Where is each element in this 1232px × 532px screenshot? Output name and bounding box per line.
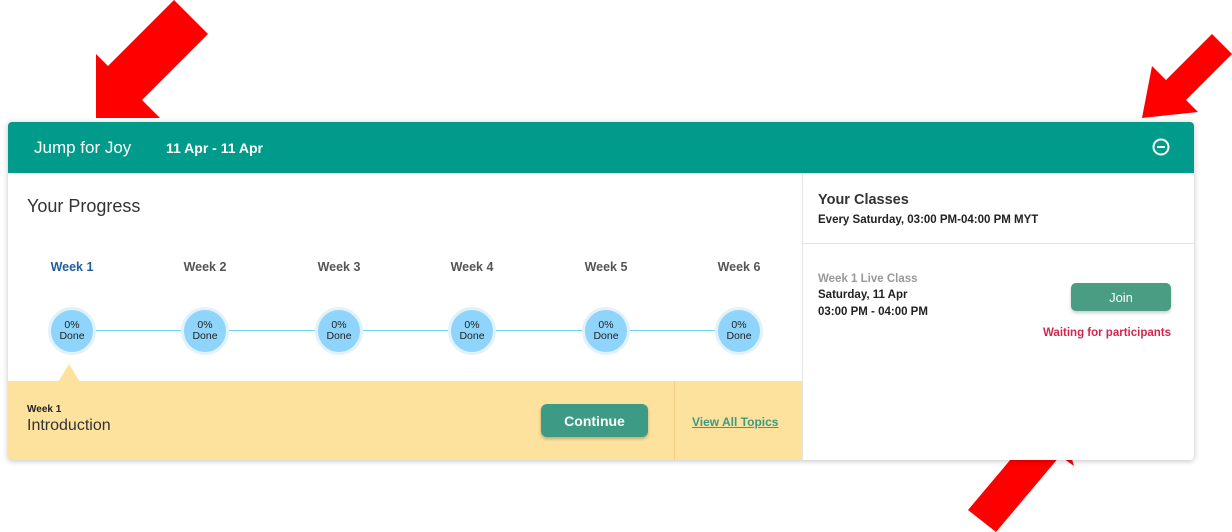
live-class-date: Saturday, 11 Apr: [818, 289, 908, 301]
week-progress-circle-5[interactable]: 0% Done: [582, 307, 630, 355]
course-date-range: 11 Apr - 11 Apr: [166, 140, 264, 156]
classes-pane: Your Classes Every Saturday, 03:00 PM-04…: [802, 173, 1194, 460]
week-progress-circle-1[interactable]: 0% Done: [48, 307, 96, 355]
classes-schedule: Every Saturday, 03:00 PM-04:00 PM MYT: [818, 214, 1039, 226]
progress-timeline-line: [72, 330, 740, 331]
live-class-title: Week 1 Live Class: [818, 273, 918, 285]
course-title: Jump for Joy: [34, 138, 132, 157]
week-label-4[interactable]: Week 4: [432, 260, 512, 274]
view-all-topics-link[interactable]: View All Topics: [692, 415, 778, 429]
week-status: Done: [326, 330, 352, 342]
course-header: Jump for Joy 11 Apr - 11 Apr: [8, 122, 1194, 173]
week-status: Done: [593, 330, 619, 342]
classes-divider: [803, 243, 1194, 244]
live-class-time: 03:00 PM - 04:00 PM: [818, 306, 928, 318]
week-progress-circle-2[interactable]: 0% Done: [181, 307, 229, 355]
topic-name: Introduction: [27, 417, 111, 434]
week-status: Done: [726, 330, 752, 342]
active-week-pointer: [58, 364, 80, 382]
continue-button[interactable]: Continue: [541, 404, 648, 437]
week-progress-circle-4[interactable]: 0% Done: [448, 307, 496, 355]
topic-week-label: Week 1: [27, 404, 62, 415]
week-status: Done: [59, 330, 85, 342]
topic-divider: [674, 381, 675, 460]
week-label-6[interactable]: Week 6: [699, 260, 779, 274]
course-card: Jump for Joy 11 Apr - 11 Apr Your Progre…: [8, 122, 1194, 460]
week-label-2[interactable]: Week 2: [165, 260, 245, 274]
week-label-3[interactable]: Week 3: [299, 260, 379, 274]
classes-title: Your Classes: [818, 192, 909, 208]
week-progress-circle-6[interactable]: 0% Done: [715, 307, 763, 355]
week-status: Done: [459, 330, 485, 342]
annotation-arrow-top-left: [96, 0, 208, 118]
week-label-1[interactable]: Week 1: [32, 260, 112, 274]
live-class-status: Waiting for participants: [1043, 327, 1171, 339]
progress-pane: Your Progress Week 1 Week 2 Week 3 Week …: [8, 173, 802, 460]
week-progress-circle-3[interactable]: 0% Done: [315, 307, 363, 355]
current-topic-bar: Week 1 Introduction Continue View All To…: [8, 381, 802, 460]
week-label-5[interactable]: Week 5: [566, 260, 646, 274]
week-status: Done: [192, 330, 218, 342]
progress-title: Your Progress: [27, 196, 141, 216]
join-button[interactable]: Join: [1071, 283, 1171, 311]
annotation-arrow-top-right: [1142, 34, 1232, 118]
minus-circle-icon[interactable]: [1152, 138, 1170, 156]
